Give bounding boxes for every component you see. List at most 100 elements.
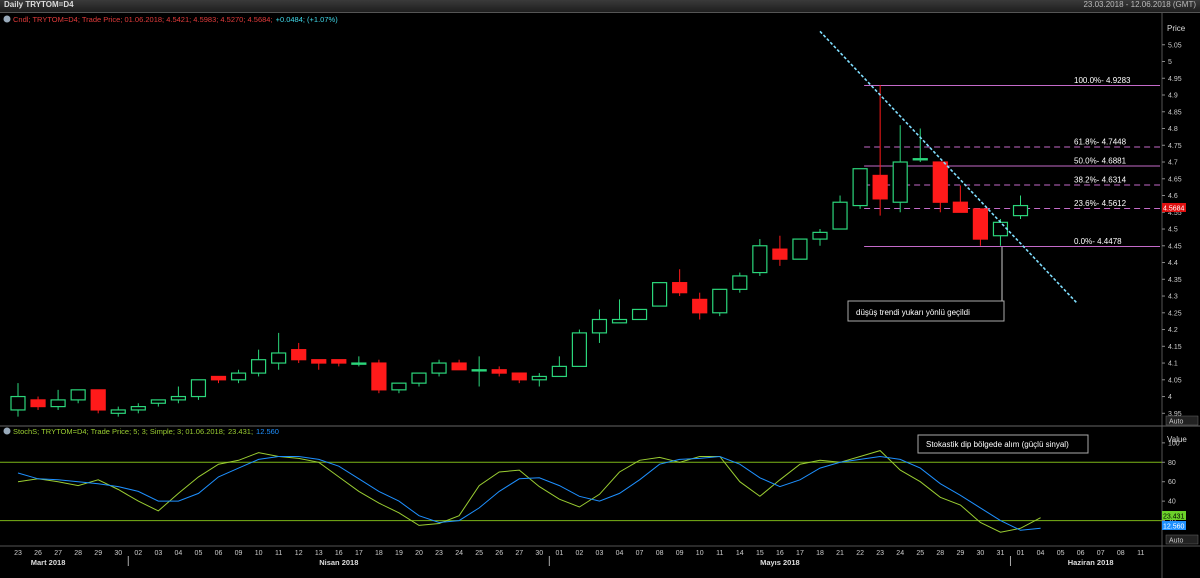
candle-body[interactable]: [651, 282, 668, 307]
candle-body[interactable]: [892, 161, 908, 203]
x-tick-label: 02: [576, 550, 584, 557]
candle-body[interactable]: [190, 379, 207, 398]
candle-body[interactable]: [852, 168, 868, 207]
x-tick-label: 27: [515, 550, 523, 557]
candle-body[interactable]: [1012, 204, 1029, 217]
x-tick-label: 14: [736, 550, 744, 557]
candle-body[interactable]: [90, 389, 106, 411]
x-tick-label: 23: [14, 550, 22, 557]
month-label: Haziran 2018: [1068, 558, 1114, 567]
price-tick-label: 4.5: [1168, 227, 1178, 234]
x-tick-label: 19: [395, 550, 403, 557]
month-label: Mart 2018: [31, 558, 66, 567]
fib-level-label: 23.6%- 4.5612: [1074, 199, 1127, 208]
stoch-legend-icon[interactable]: [3, 427, 11, 435]
candle-body[interactable]: [772, 248, 788, 260]
stoch-k-label: 23.431: [1163, 514, 1185, 521]
x-tick-label: 05: [195, 550, 203, 557]
stoch-d-label: 12.560: [1163, 524, 1185, 531]
candle-body[interactable]: [150, 399, 166, 404]
candle-body[interactable]: [672, 282, 688, 294]
price-tick-label: 4.75: [1168, 143, 1182, 150]
stoch-legend-text: StochS; TRYTOM=D4; Trade Price; 5; 3; Si…: [13, 427, 225, 436]
x-tick-label: 04: [616, 550, 624, 557]
candle-body[interactable]: [631, 308, 648, 321]
candle-body[interactable]: [271, 352, 287, 364]
fib-level-label: 61.8%- 4.7448: [1074, 138, 1127, 147]
candle-body[interactable]: [591, 318, 608, 334]
candle-body[interactable]: [531, 375, 547, 381]
candle-body[interactable]: [371, 362, 387, 391]
candle-body[interactable]: [351, 362, 367, 365]
candle-body[interactable]: [431, 362, 447, 374]
candle-body[interactable]: [471, 369, 487, 372]
price-tick-label: 5.05: [1168, 42, 1182, 49]
price-note-text: düşüş trendi yukarı yönlü geçildi: [856, 308, 970, 317]
x-tick-label: 17: [355, 550, 363, 557]
x-tick-label: 01: [1017, 550, 1025, 557]
x-tick-label: 02: [134, 550, 142, 557]
fib-level-label: 38.2%- 4.6314: [1074, 176, 1127, 185]
x-tick-label: 08: [1117, 550, 1125, 557]
candle-body[interactable]: [872, 174, 888, 200]
candle-body[interactable]: [311, 359, 327, 364]
candle-body[interactable]: [170, 395, 186, 401]
candle-body[interactable]: [50, 399, 66, 408]
candle-body[interactable]: [752, 245, 768, 274]
month-label: Mayıs 2018: [760, 558, 800, 567]
x-tick-label: 25: [916, 550, 924, 557]
candle-body[interactable]: [331, 359, 347, 364]
stoch-legend-k: 23.431;: [228, 427, 253, 436]
candle-body[interactable]: [832, 201, 848, 230]
candle-body[interactable]: [230, 372, 247, 381]
candle-body[interactable]: [952, 201, 968, 213]
candle-body[interactable]: [451, 362, 467, 371]
x-tick-label: 11: [1137, 550, 1144, 557]
chart-canvas[interactable]: 3.9544.054.14.154.24.254.34.354.44.454.5…: [0, 0, 1200, 578]
candle-body[interactable]: [411, 372, 427, 384]
x-tick-label: 29: [94, 550, 102, 557]
x-tick-label: 25: [475, 550, 483, 557]
candle-body[interactable]: [30, 399, 46, 408]
candle-body[interactable]: [130, 405, 146, 411]
candle-body[interactable]: [932, 161, 948, 203]
x-tick-label: 07: [1097, 550, 1105, 557]
price-tick-label: 4.9: [1168, 93, 1178, 100]
candle-body[interactable]: [10, 395, 26, 411]
candle-body[interactable]: [792, 238, 808, 260]
candle-body[interactable]: [511, 372, 527, 381]
stoch-legend: StochS; TRYTOM=D4; Trade Price; 5; 3; Si…: [3, 427, 279, 436]
candle-body[interactable]: [110, 409, 126, 414]
candle-body[interactable]: [692, 298, 708, 314]
candle-body[interactable]: [912, 158, 928, 161]
candle-body[interactable]: [992, 221, 1009, 237]
candle-body[interactable]: [291, 349, 307, 361]
candle-body[interactable]: [391, 382, 407, 391]
candle-body[interactable]: [712, 288, 728, 314]
x-tick-label: 01: [555, 550, 563, 557]
candle-body[interactable]: [611, 318, 628, 324]
x-tick-label: 28: [74, 550, 82, 557]
x-tick-label: 18: [375, 550, 383, 557]
x-tick-label: 05: [1057, 550, 1065, 557]
candle-body[interactable]: [812, 231, 828, 240]
candle-body[interactable]: [571, 332, 588, 367]
candle-body[interactable]: [732, 275, 748, 290]
x-tick-label: 21: [836, 550, 844, 557]
x-tick-label: 22: [856, 550, 864, 557]
candle-body[interactable]: [491, 369, 507, 374]
x-tick-label: 26: [495, 550, 503, 557]
price-tick-label: 4.6: [1168, 193, 1178, 200]
candle-body[interactable]: [251, 359, 267, 374]
fib-level-label: 50.0%- 4.6881: [1074, 157, 1127, 166]
candle-body[interactable]: [972, 208, 989, 240]
candle-body[interactable]: [70, 389, 86, 401]
candle-body[interactable]: [551, 365, 567, 378]
x-tick-label: 07: [636, 550, 644, 557]
stoch-tick-label: 60: [1168, 479, 1176, 486]
price-axis-title: Price: [1167, 24, 1186, 33]
candle-body[interactable]: [210, 375, 227, 381]
price-tick-label: 4.2: [1168, 327, 1178, 334]
price-legend-icon[interactable]: [3, 15, 11, 23]
x-tick-label: 11: [716, 550, 723, 557]
